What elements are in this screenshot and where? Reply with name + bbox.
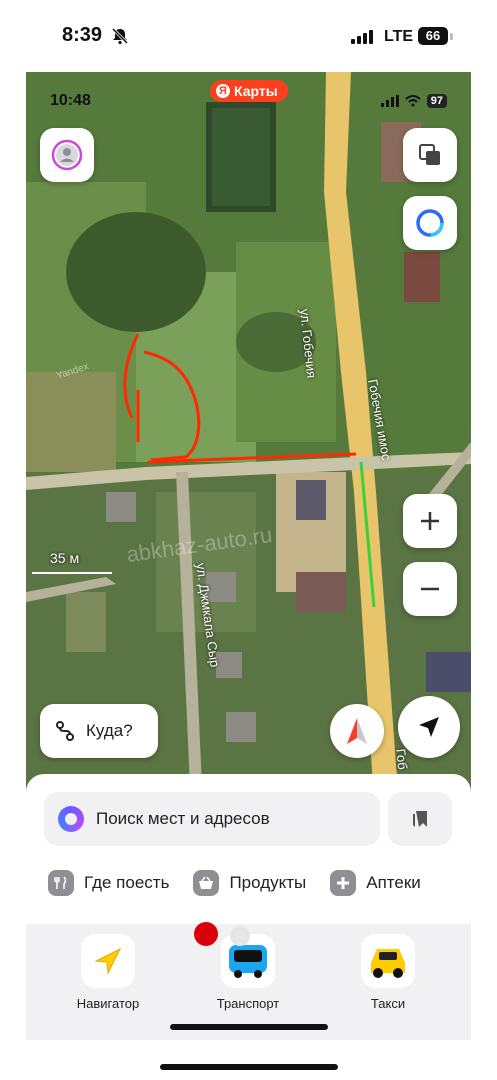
bus-icon [221, 934, 275, 988]
inner-battery: 97 [426, 94, 447, 108]
layers-icon [419, 144, 440, 165]
inner-status-time: 10:48 [50, 92, 91, 109]
zoom-in-button[interactable] [403, 494, 457, 548]
category-shortcuts: Где поесть Продукты Аптеки [48, 870, 421, 896]
location-arrow-icon [419, 717, 439, 737]
search-input[interactable]: Поиск мест и адресов [44, 792, 380, 846]
route-button-label: Куда? [86, 721, 133, 740]
search-placeholder: Поиск мест и адресов [96, 809, 270, 828]
brand-name: Карты [234, 83, 278, 99]
zoom-out-button[interactable] [403, 562, 457, 616]
tab-taxi[interactable]: Такси [328, 934, 448, 1011]
network-type: LTE [384, 28, 414, 45]
alice-assistant-button[interactable] [403, 196, 457, 250]
basket-icon [193, 870, 220, 896]
home-indicator[interactable] [160, 1064, 338, 1070]
red-recording-dot [194, 922, 218, 946]
category-label: Продукты [229, 873, 307, 892]
category-food[interactable]: Где поесть [48, 870, 169, 896]
category-groceries[interactable]: Продукты [193, 870, 306, 896]
category-pharmacy[interactable]: Аптеки [330, 870, 421, 896]
map-scale-label: 35 м [50, 550, 80, 566]
outer-status-bar: 8:39 LTE 66 [0, 0, 497, 72]
user-avatar-icon [51, 139, 83, 171]
bottom-tab-bar: Навигатор Транспорт Такси [26, 924, 471, 1040]
category-label: Где поесть [84, 873, 170, 892]
bell-slash-icon [111, 27, 129, 45]
inner-signal-icon [380, 95, 399, 107]
yandex-logo-icon: Я [216, 84, 230, 98]
taxi-car-icon [361, 934, 415, 988]
battery-icon: 66 [418, 27, 448, 45]
pharmacy-cross-icon [330, 870, 357, 896]
alice-icon [416, 209, 444, 237]
profile-button[interactable] [40, 128, 94, 182]
navigator-arrow-icon [81, 934, 135, 988]
yandex-maps-badge: Я Карты [210, 80, 288, 102]
tab-navigator[interactable]: Навигатор [48, 934, 168, 1011]
category-label: Аптеки [366, 873, 421, 892]
tab-label: Такси [370, 996, 406, 1011]
wifi-icon [405, 95, 421, 107]
street-label-gob: Гоб [393, 748, 411, 771]
tab-label: Транспорт [216, 996, 280, 1011]
route-where-button[interactable]: Куда? [40, 704, 158, 758]
bookmarks-button[interactable] [388, 792, 452, 846]
alice-search-icon [58, 806, 84, 832]
minus-icon [421, 587, 439, 591]
fork-knife-icon [48, 870, 74, 896]
gray-dot [230, 926, 250, 946]
inner-home-indicator [170, 1024, 328, 1030]
yandex-maps-screen: 10:48 97 Я Карты 35 м ул. Гобечия Гобечи… [26, 72, 471, 1040]
map-scale-bar [32, 572, 112, 574]
compass-button[interactable] [330, 704, 384, 758]
battery-tip [450, 33, 453, 40]
layers-button[interactable] [403, 128, 457, 182]
bottom-sheet: Поиск мест и адресов Где поесть Продукты [26, 774, 471, 924]
bookmarks-icon [413, 811, 427, 827]
compass-icon [347, 718, 367, 744]
inner-status-icons: 97 [380, 94, 447, 108]
tab-label: Навигатор [76, 996, 140, 1011]
plus-icon [421, 512, 439, 530]
outer-time: 8:39 [62, 24, 103, 46]
route-icon [56, 721, 74, 741]
cellular-signal-icon [351, 30, 373, 44]
